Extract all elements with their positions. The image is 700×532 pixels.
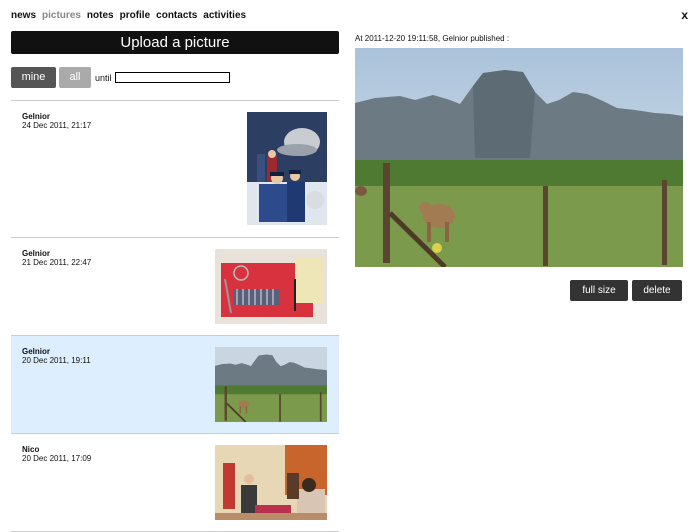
list-item-selected[interactable]: Gelnior 20 Dec 2011, 19:11 [11, 336, 339, 434]
nav-pictures[interactable]: pictures [42, 10, 81, 21]
illustration-thumbnail-image [247, 112, 327, 225]
caption-author[interactable]: Gelnior [442, 34, 468, 43]
post-date: 20 Dec 2011, 19:11 [22, 356, 91, 365]
post-author: Gelnior [22, 347, 51, 356]
delete-button[interactable]: delete [632, 280, 682, 301]
placemat-thumbnail-image [215, 249, 327, 324]
caption-suffix: published : [468, 34, 510, 43]
nav-profile[interactable]: profile [120, 10, 151, 21]
top-nav: news pictures notes profile contacts act… [11, 10, 246, 21]
viewer-caption: At 2011-12-20 19:11:58, Gelnior publishe… [355, 34, 509, 43]
until-label: until [95, 72, 112, 83]
post-date: 24 Dec 2011, 21:17 [22, 121, 92, 130]
list-item[interactable]: Gelnior 24 Dec 2011, 21:17 [11, 101, 339, 238]
indoor-thumbnail-image [215, 445, 327, 520]
post-date: 20 Dec 2011, 17:09 [22, 454, 92, 463]
filter-mine-button[interactable]: mine [11, 67, 56, 88]
nav-notes[interactable]: notes [87, 10, 114, 21]
main-picture[interactable] [355, 48, 683, 267]
filter-all-button[interactable]: all [59, 67, 91, 88]
full-size-button[interactable]: full size [570, 280, 628, 301]
upload-picture-button[interactable]: Upload a picture [11, 31, 339, 54]
landscape-main-image [355, 48, 683, 267]
nav-news[interactable]: news [11, 10, 36, 21]
filter-bar: mine all until [11, 67, 230, 88]
nav-contacts[interactable]: contacts [156, 10, 197, 21]
post-thumbnail[interactable] [247, 112, 327, 225]
caption-prefix: At 2011-12-20 19:11:58, [355, 34, 443, 43]
list-item[interactable]: Gelnior 21 Dec 2011, 22:47 [11, 238, 339, 336]
picture-feed: Gelnior 24 Dec 2011, 21:17 Gelnior 21 De… [11, 100, 339, 532]
post-author: Gelnior [22, 249, 51, 258]
list-item[interactable]: Nico 20 Dec 2011, 17:09 [11, 434, 339, 532]
post-author: Gelnior [22, 112, 51, 121]
post-date: 21 Dec 2011, 22:47 [22, 258, 92, 267]
landscape-thumbnail-image [215, 347, 327, 422]
post-thumbnail[interactable] [215, 347, 327, 422]
close-icon[interactable]: x [681, 8, 688, 22]
post-author: Nico [22, 445, 40, 454]
until-date-input[interactable] [114, 72, 230, 83]
post-thumbnail[interactable] [215, 445, 327, 520]
post-thumbnail[interactable] [215, 249, 327, 324]
nav-activities[interactable]: activities [203, 10, 246, 21]
